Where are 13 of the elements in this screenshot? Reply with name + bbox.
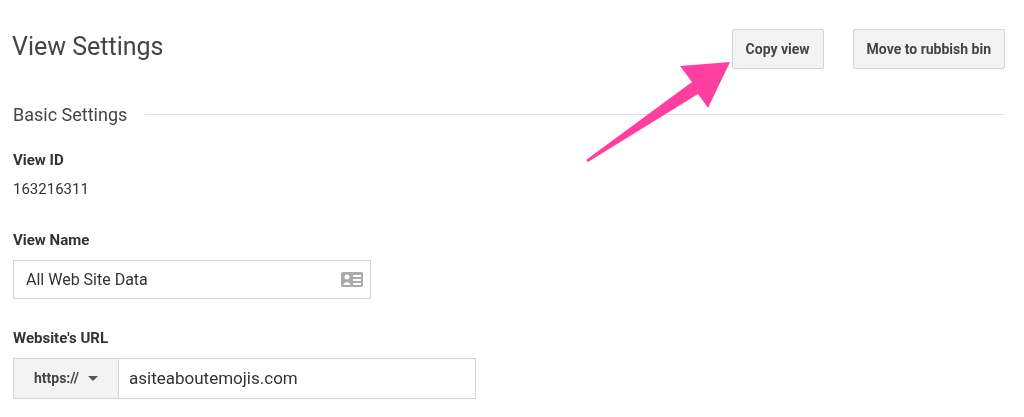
copy-view-button[interactable]: Copy view <box>731 29 824 69</box>
field-label: View ID <box>13 150 65 170</box>
caret-icon <box>88 376 99 381</box>
view-name-field[interactable]: All Web Site Data <box>13 260 371 299</box>
protocol-dropdown[interactable]: https:// <box>13 358 119 399</box>
section-title: Basic Settings <box>13 103 128 127</box>
page-title: View Settings <box>12 31 164 63</box>
contact-card-icon <box>341 272 363 287</box>
field-label: Website's URL <box>13 328 109 348</box>
url-field[interactable]: asiteaboutemojis.com <box>119 358 476 399</box>
field-label: View Name <box>13 230 91 250</box>
view-id-value: 163216311 <box>13 179 90 199</box>
move-to-bin-button[interactable]: Move to rubbish bin <box>852 29 1005 69</box>
